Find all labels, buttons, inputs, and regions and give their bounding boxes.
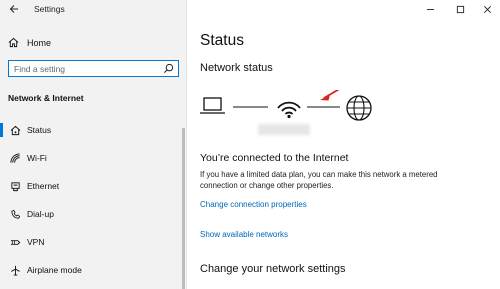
connection-description: If you have a limited data plan, you can… <box>200 170 438 190</box>
home-network-icon <box>8 123 22 137</box>
home-icon <box>8 37 19 48</box>
phone-icon <box>8 207 22 221</box>
sidebar-item-label: Airplane mode <box>27 265 82 275</box>
search-box[interactable] <box>8 60 179 77</box>
sidebar: Settings Home Network & Internet Status … <box>0 0 186 289</box>
vpn-icon <box>8 235 22 249</box>
search-icon[interactable] <box>163 63 174 74</box>
sidebar-divider <box>186 0 187 289</box>
show-available-networks-link[interactable]: Show available networks <box>200 230 288 239</box>
title-bar: Settings <box>0 0 186 18</box>
sidebar-item-label: Status <box>27 125 52 135</box>
wifi-icon <box>8 151 22 165</box>
laptop-icon <box>200 97 225 114</box>
connection-status-text: You’re connected to the Internet <box>200 152 349 164</box>
blurred-network-name <box>258 124 310 135</box>
wifi-signal-icon <box>277 101 301 119</box>
sidebar-item-status[interactable]: Status <box>0 117 182 143</box>
sidebar-item-label: Wi-Fi <box>27 153 47 163</box>
sidebar-item-label: VPN <box>27 237 45 247</box>
sidebar-item-vpn[interactable]: VPN <box>0 229 182 255</box>
home-label: Home <box>27 37 52 48</box>
home-nav-item[interactable]: Home <box>8 37 51 48</box>
page-title: Status <box>200 32 244 49</box>
network-status-heading: Network status <box>200 62 273 74</box>
globe-icon <box>346 95 372 121</box>
change-network-settings-heading: Change your network settings <box>200 263 346 275</box>
main-content: Status Network status You’re connected t… <box>200 0 500 289</box>
search-input[interactable] <box>9 63 159 74</box>
app-title: Settings <box>34 4 65 14</box>
change-connection-properties-link[interactable]: Change connection properties <box>200 200 307 209</box>
sidebar-item-airplane[interactable]: Airplane mode <box>0 257 182 283</box>
sidebar-scrollbar[interactable] <box>182 128 185 289</box>
red-arrow-icon <box>320 90 340 101</box>
sidebar-item-wifi[interactable]: Wi-Fi <box>0 145 182 171</box>
airplane-icon <box>8 263 22 277</box>
sidebar-item-ethernet[interactable]: Ethernet <box>0 173 182 199</box>
back-arrow-icon <box>9 5 18 13</box>
ethernet-icon <box>8 179 22 193</box>
section-title: Network & Internet <box>8 93 84 103</box>
sidebar-item-label: Ethernet <box>27 181 60 191</box>
back-button[interactable] <box>6 1 22 17</box>
sidebar-item-dialup[interactable]: Dial-up <box>0 201 182 227</box>
sidebar-item-label: Dial-up <box>27 209 54 219</box>
